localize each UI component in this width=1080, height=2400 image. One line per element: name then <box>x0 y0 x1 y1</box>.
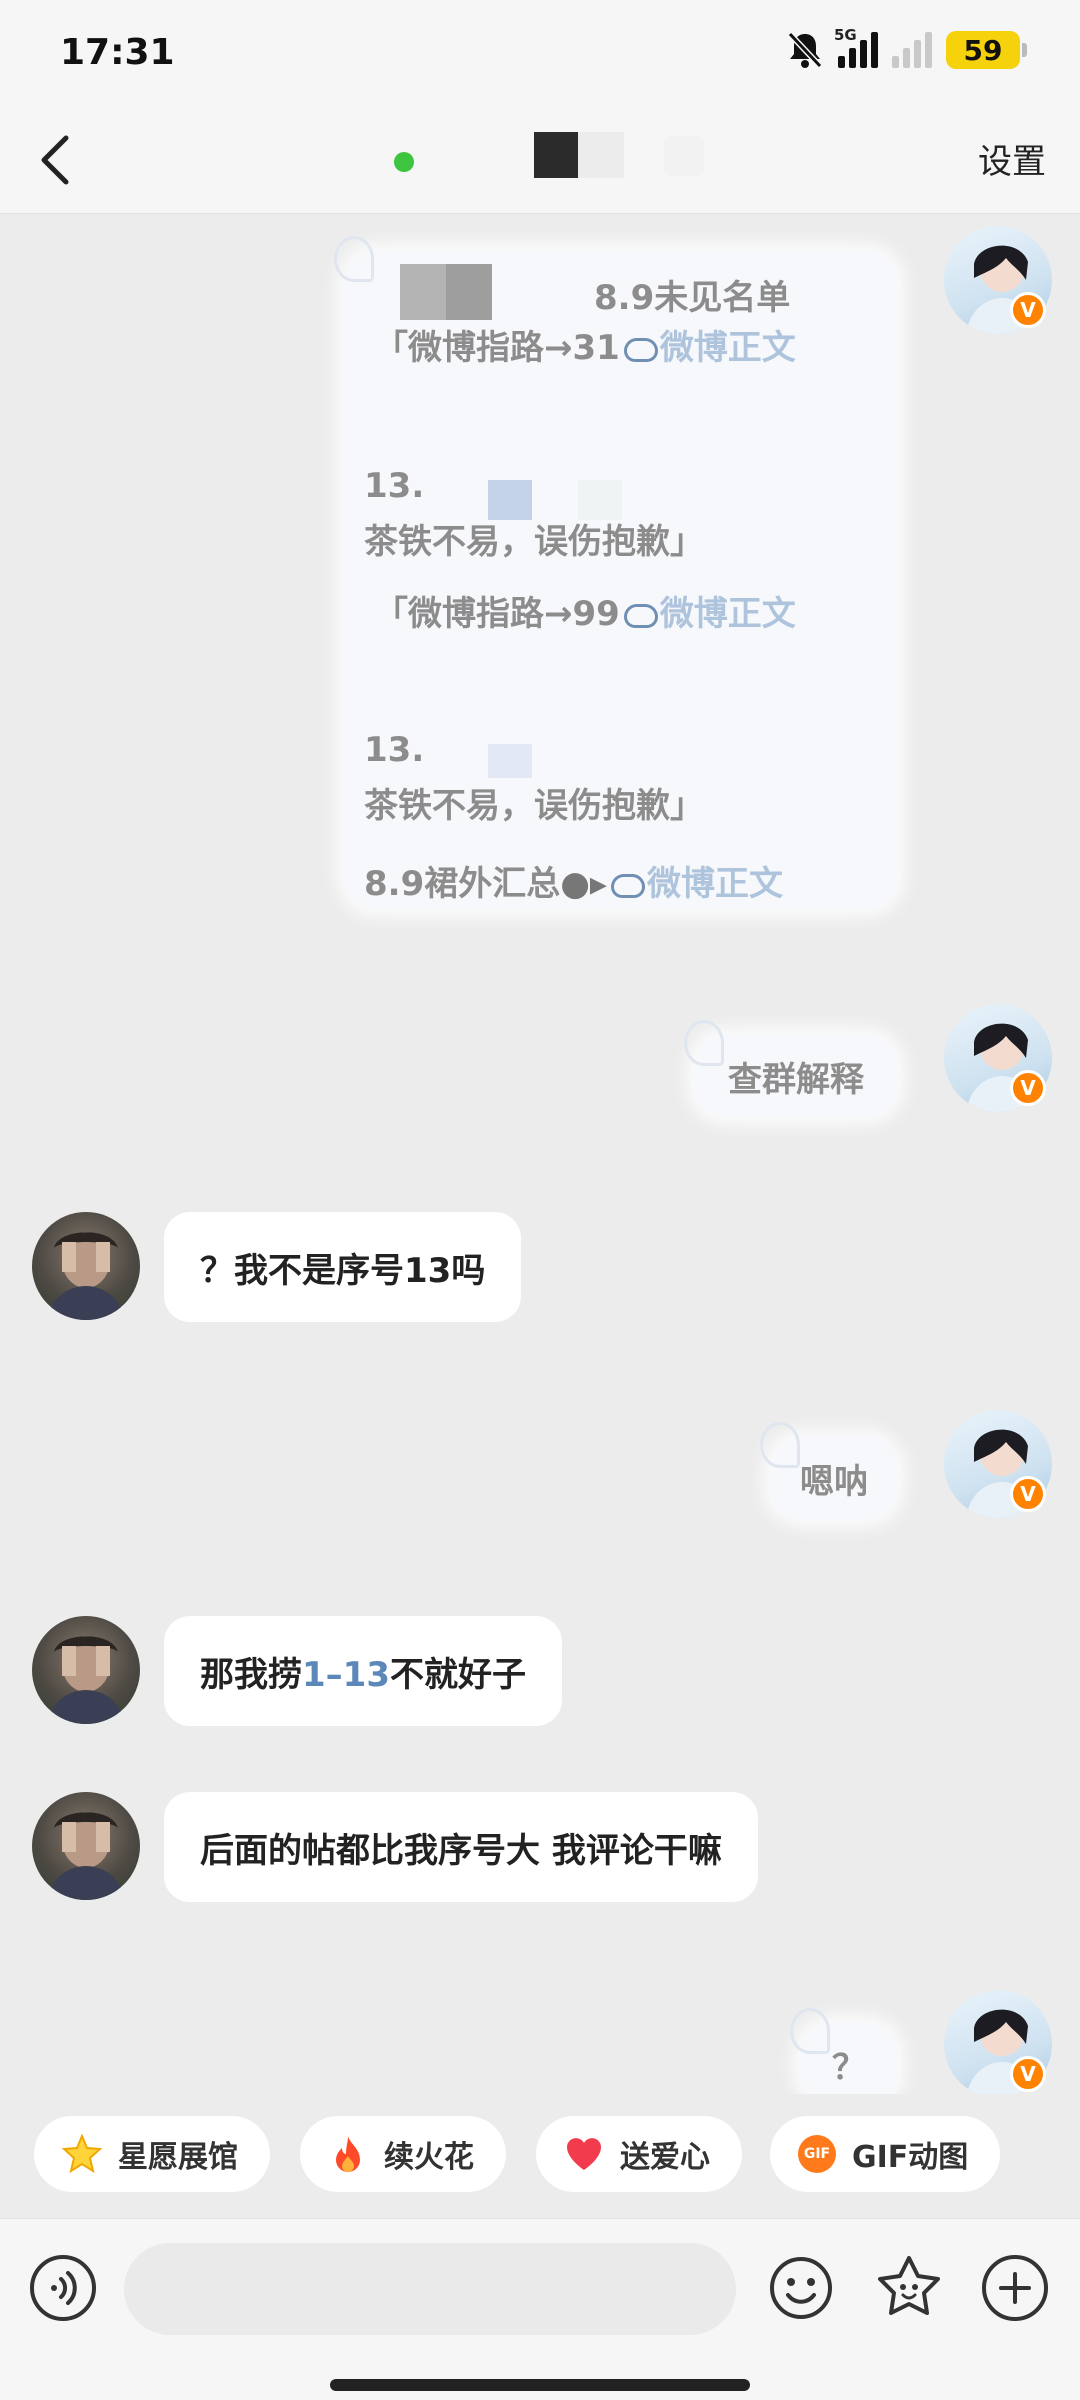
battery-indicator: 59 <box>946 31 1027 69</box>
star-icon <box>62 2134 102 2174</box>
message-input-bar <box>0 2218 1080 2400</box>
contact-avatar[interactable] <box>32 1616 140 1724</box>
heart-icon <box>564 2134 604 2174</box>
message-bubble-incoming[interactable]: ？我不是序号13吗 <box>164 1212 522 1322</box>
signal-5g-icon: 5G <box>834 26 878 68</box>
message-line: 8.9未见名单 <box>594 278 791 318</box>
voice-icon <box>51 2271 77 2305</box>
sticker-button[interactable] <box>874 2253 944 2323</box>
chip-label: 送爱心 <box>620 2140 710 2175</box>
weibo-link: 微博正文 <box>659 328 796 368</box>
message-line: 13. <box>364 730 425 770</box>
gif-icon: GIF <box>798 2135 836 2173</box>
chat-header: 设置 <box>0 106 1080 214</box>
status-icons: 5G 59 <box>786 26 1027 70</box>
message-line: 8.9裙外汇总●▸ 微博正文 <box>364 864 783 904</box>
contact-avatar[interactable] <box>32 1792 140 1900</box>
redacted-name-block <box>578 132 624 178</box>
message-text: ？ <box>832 2047 866 2088</box>
message-text: 嗯呐 <box>800 1461 868 1502</box>
chip-gif[interactable]: GIF GIF动图 <box>770 2116 1001 2192</box>
message-bubble-incoming[interactable]: 那我捞1–13不就好子 <box>164 1616 562 1726</box>
contact-avatar[interactable] <box>32 1212 140 1320</box>
cloud-icon <box>610 873 645 898</box>
verified-badge: V <box>1010 2056 1046 2092</box>
message-bubble-incoming[interactable]: 后面的帖都比我序号大 我评论干嘛 <box>164 1792 758 1902</box>
quick-action-bar: 星愿展馆 续火花 送爱心 GIF GIF动图 <box>0 2116 1080 2196</box>
chip-wish-gallery[interactable]: 星愿展馆 <box>34 2116 270 2192</box>
star-face-icon <box>878 2256 940 2315</box>
signal-secondary-icon <box>892 32 932 68</box>
message-text: 查群解释 <box>728 1059 864 1100</box>
fire-icon <box>328 2134 368 2174</box>
verified-badge: V <box>1010 1476 1046 1512</box>
redacted-name-block <box>534 132 578 178</box>
message-bubble-outgoing[interactable]: 嗯呐 <box>760 1422 898 1520</box>
cloud-icon <box>623 337 658 362</box>
chip-label: 星愿展馆 <box>118 2140 238 2175</box>
message-input[interactable] <box>124 2243 736 2335</box>
home-indicator[interactable] <box>330 2379 750 2391</box>
message-text: 那我捞1–13不就好子 <box>200 1654 526 1695</box>
redacted-mosaic <box>400 264 446 320</box>
online-status-dot <box>394 152 414 172</box>
message-text: 后面的帖都比我序号大 我评论干嘛 <box>200 1830 722 1871</box>
back-button[interactable] <box>30 130 90 190</box>
message-bubble-outgoing[interactable]: 8.9未见名单 「微博指路→31 微博正文 13. 茶铁不易，误伤抱歉」 「微博指… <box>334 236 898 910</box>
emoji-button[interactable] <box>768 2255 834 2321</box>
message-line: 茶铁不易，误伤抱歉」 <box>364 522 704 562</box>
redacted-mosaic <box>446 264 492 320</box>
message-line: 「微博指路→31 微博正文 <box>374 328 796 368</box>
redacted-name-block <box>664 136 704 176</box>
chip-send-love[interactable]: 送爱心 <box>536 2116 742 2192</box>
message-bubble-outgoing[interactable]: 查群解释 <box>684 1020 898 1118</box>
smiley-icon <box>770 2257 832 2319</box>
message-text: ？我不是序号13吗 <box>200 1250 486 1291</box>
chip-label: 续火花 <box>384 2140 474 2175</box>
more-button[interactable] <box>982 2255 1048 2321</box>
chat-message-list[interactable]: V 8.9未见名单 「微博指路→31 微博正文 13. 茶铁不易，误伤抱歉」 「微… <box>0 214 1080 2094</box>
message-line: 「微博指路→99 微博正文 <box>374 594 796 634</box>
redacted-mosaic <box>488 744 532 778</box>
chip-label: GIF动图 <box>852 2140 969 2175</box>
weibo-link: 微博正文 <box>646 864 783 904</box>
plus-icon <box>999 2272 1031 2304</box>
status-bar: 17:31 5G 59 <box>0 0 1080 106</box>
message-line: 茶铁不易，误伤抱歉」 <box>364 786 704 826</box>
chevron-left-icon <box>41 135 69 185</box>
verified-badge: V <box>1010 292 1046 328</box>
verified-badge: V <box>1010 1070 1046 1106</box>
network-label: 5G <box>834 26 857 44</box>
message-line: 13. <box>364 466 425 506</box>
highlighted-range: 1–13 <box>302 1654 390 1695</box>
weibo-link: 微博正文 <box>659 594 796 634</box>
status-time: 17:31 <box>60 32 175 73</box>
voice-input-button[interactable] <box>30 2255 96 2321</box>
message-bubble-outgoing[interactable]: ？ <box>790 2008 898 2094</box>
settings-button[interactable]: 设置 <box>978 134 1046 183</box>
cloud-icon <box>623 603 658 628</box>
bell-muted-icon <box>786 30 824 70</box>
chip-spark[interactable]: 续火花 <box>300 2116 506 2192</box>
